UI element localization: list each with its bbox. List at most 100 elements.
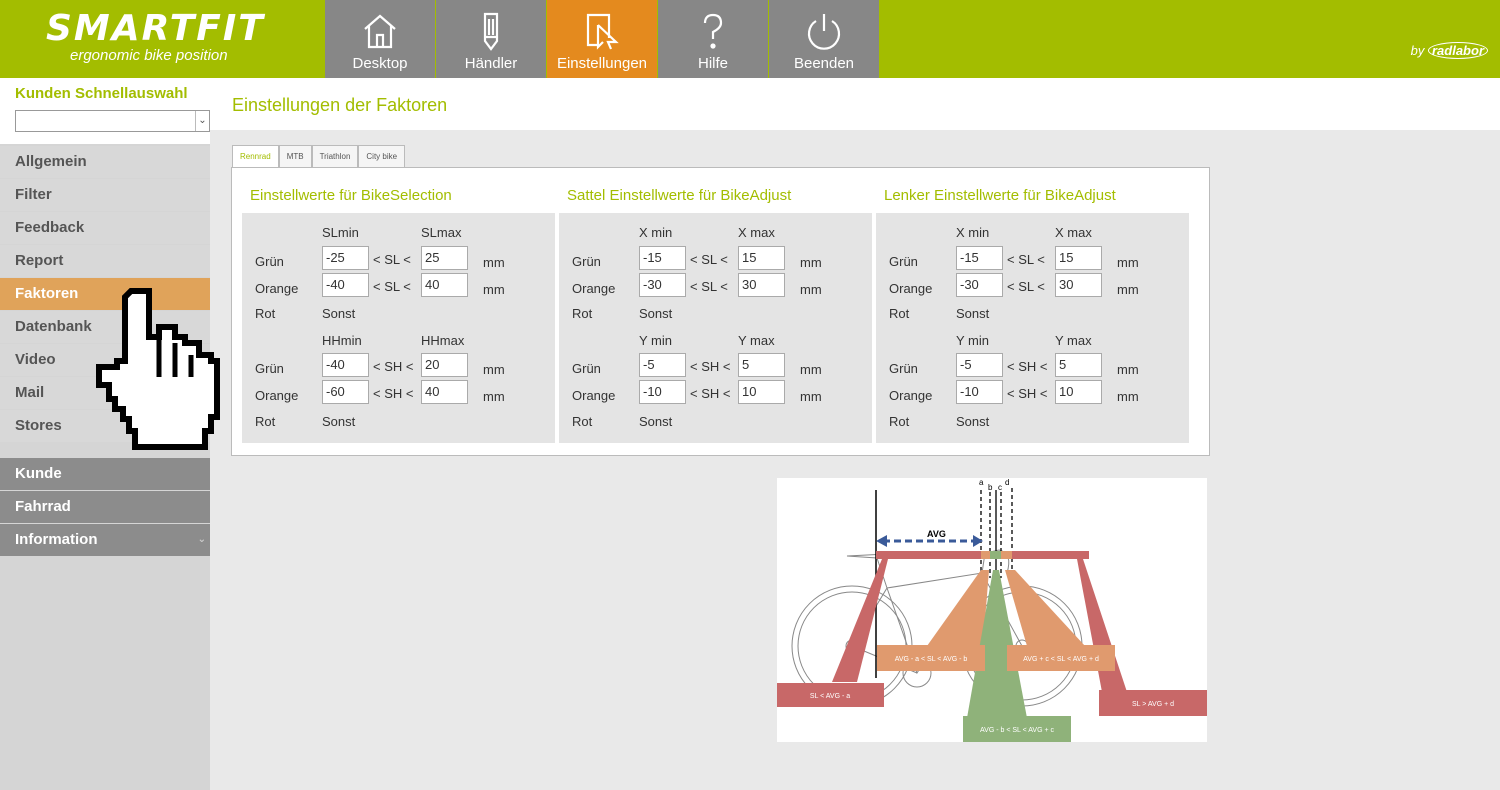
chevron-down-icon: ⌄ (197, 534, 206, 545)
row-label-rot-bikeselection-2: Rot (255, 414, 276, 429)
title-bar: Einstellungen der Faktoren (210, 78, 1500, 130)
section-title-lenker: Lenker Einstellwerte für BikeAdjust (884, 187, 1116, 204)
orange-min-input-bikeselection-2[interactable]: -60 (322, 380, 369, 404)
nav-beenden-button[interactable]: Beenden (769, 0, 879, 78)
header-min-bikeselection-1: SLmin (322, 225, 359, 240)
rot-sonst-sattel-1: Sonst (639, 306, 673, 321)
tab-triathlon[interactable]: Triathlon (311, 145, 359, 168)
bike-fit-diagram-svg: a b c d AVG SL < AVG - a AVG - a < SL < … (777, 478, 1207, 742)
saddle-bar-green (990, 551, 1001, 559)
byline: by radlabor (1411, 42, 1488, 59)
gruen-max-input-bikeselection-1[interactable]: 25 (421, 246, 468, 270)
row-label-orange-bikeselection-1: Orange (255, 281, 299, 296)
funnel-red-right (1077, 559, 1127, 692)
funnel-orange-right (1005, 570, 1085, 646)
row-label-gruen-sattel-1: Grün (572, 254, 601, 269)
gruen-min-input-bikeselection-2[interactable]: -40 (322, 353, 369, 377)
tab-city-bike[interactable]: City bike (358, 145, 406, 168)
sidebar-section-fahrrad[interactable]: Fahrrad (0, 491, 210, 523)
section-box-sattel (559, 213, 872, 443)
gruen-max-input-lenker-1[interactable]: 15 (1055, 246, 1102, 270)
sidebar-item-allgemein[interactable]: Allgemein (0, 146, 210, 178)
range-operator-bikeselection-2: < SH < (373, 359, 414, 374)
orange-min-input-sattel-2[interactable]: -10 (639, 380, 686, 404)
range-operator-sattel-2: < SH < (690, 386, 731, 401)
orange-min-input-sattel-1[interactable]: -30 (639, 273, 686, 297)
orange-min-input-lenker-2[interactable]: -10 (956, 380, 1003, 404)
nav-einstellungen-button[interactable]: Einstellungen (547, 0, 657, 78)
orange-max-input-bikeselection-2[interactable]: 40 (421, 380, 468, 404)
header-min-sattel-2: Y min (639, 333, 672, 348)
nav-hilfe-button[interactable]: Hilfe (658, 0, 768, 78)
nav-beenden-label: Beenden (793, 55, 855, 72)
row-label-gruen-lenker-2: Grün (889, 361, 918, 376)
gruen-min-input-sattel-2[interactable]: -5 (639, 353, 686, 377)
unit-label-sattel-2: mm (800, 362, 822, 377)
customer-quick-select: Kunden Schnellauswahl ⌄ (0, 78, 210, 144)
gruen-max-input-sattel-1[interactable]: 15 (738, 246, 785, 270)
rot-sonst-lenker-1: Sonst (956, 306, 990, 321)
tab-mtb[interactable]: MTB (278, 145, 312, 168)
orange-min-input-lenker-1[interactable]: -30 (956, 273, 1003, 297)
sidebar-item-filter[interactable]: Filter (0, 179, 210, 211)
gruen-min-input-lenker-2[interactable]: -5 (956, 353, 1003, 377)
orange-min-input-bikeselection-1[interactable]: -40 (322, 273, 369, 297)
gruen-min-input-sattel-1[interactable]: -15 (639, 246, 686, 270)
header-max-lenker-2: Y max (1055, 333, 1092, 348)
unit-label-lenker-1: mm (1117, 255, 1139, 270)
tab-rennrad[interactable]: Rennrad (232, 145, 279, 169)
range-operator-sattel-2: < SH < (690, 359, 731, 374)
top-bar: SMARTFIT ergonomic bike position Desktop… (0, 0, 1500, 78)
main-nav: Desktop Händler Einstellungen Hilfe Been… (325, 0, 880, 78)
unit-label-bikeselection-1: mm (483, 282, 505, 297)
sidebar-section-kunde[interactable]: Kunde (0, 458, 210, 490)
orange-max-input-lenker-1[interactable]: 30 (1055, 273, 1102, 297)
orange-max-input-lenker-2[interactable]: 10 (1055, 380, 1102, 404)
avg-label: AVG (927, 529, 946, 539)
header-max-bikeselection-1: SLmax (421, 225, 462, 240)
hand-pointer-icon (96, 288, 220, 450)
orange-max-input-bikeselection-1[interactable]: 40 (421, 273, 468, 297)
label-red-left: SL < AVG - a (810, 693, 850, 700)
range-operator-sattel-1: < SL < (690, 252, 728, 267)
section-title-sattel: Sattel Einstellwerte für BikeAdjust (567, 187, 792, 204)
gruen-min-input-lenker-1[interactable]: -15 (956, 246, 1003, 270)
row-label-orange-lenker-1: Orange (889, 281, 933, 296)
orange-max-input-sattel-2[interactable]: 10 (738, 380, 785, 404)
sidebar-item-report[interactable]: Report (0, 245, 210, 277)
sidebar-section-fahrrad-label: Fahrrad (15, 498, 71, 515)
range-operator-sattel-1: < SL < (690, 279, 728, 294)
row-label-gruen-bikeselection-1: Grün (255, 254, 284, 269)
nav-desktop-label: Desktop (352, 55, 408, 72)
unit-label-sattel-2: mm (800, 389, 822, 404)
nav-haendler-button[interactable]: Händler (436, 0, 546, 78)
nav-desktop-button[interactable]: Desktop (325, 0, 435, 78)
sidebar-section-information[interactable]: Information ⌄ (0, 524, 210, 556)
gruen-min-input-bikeselection-1[interactable]: -25 (322, 246, 369, 270)
rot-sonst-sattel-2: Sonst (639, 414, 673, 429)
range-operator-lenker-1: < SL < (1007, 252, 1045, 267)
chevron-down-icon[interactable]: ⌄ (195, 111, 209, 131)
header-min-lenker-1: X min (956, 225, 990, 240)
row-label-gruen-sattel-2: Grün (572, 361, 601, 376)
sidebar-item-feedback[interactable]: Feedback (0, 212, 210, 244)
row-label-gruen-lenker-1: Grün (889, 254, 918, 269)
gruen-max-input-bikeselection-2[interactable]: 20 (421, 353, 468, 377)
gruen-max-input-sattel-2[interactable]: 5 (738, 353, 785, 377)
unit-label-bikeselection-2: mm (483, 362, 505, 377)
customer-select[interactable]: ⌄ (15, 110, 210, 132)
section-menu: Kunde Fahrrad Information ⌄ (0, 458, 210, 557)
gruen-max-input-lenker-2[interactable]: 5 (1055, 353, 1102, 377)
orange-max-input-sattel-1[interactable]: 30 (738, 273, 785, 297)
range-operator-bikeselection-2: < SH < (373, 386, 414, 401)
unit-label-lenker-1: mm (1117, 282, 1139, 297)
bike-fit-diagram: a b c d AVG SL < AVG - a AVG - a < SL < … (777, 478, 1207, 742)
home-icon (364, 14, 396, 49)
letter-c: c (998, 483, 1002, 492)
header-max-lenker-1: X max (1055, 225, 1092, 240)
unit-label-sattel-1: mm (800, 255, 822, 270)
header-max-sattel-2: Y max (738, 333, 775, 348)
row-label-orange-bikeselection-2: Orange (255, 388, 299, 403)
unit-label-lenker-2: mm (1117, 362, 1139, 377)
header-max-bikeselection-2: HHmax (421, 333, 465, 348)
